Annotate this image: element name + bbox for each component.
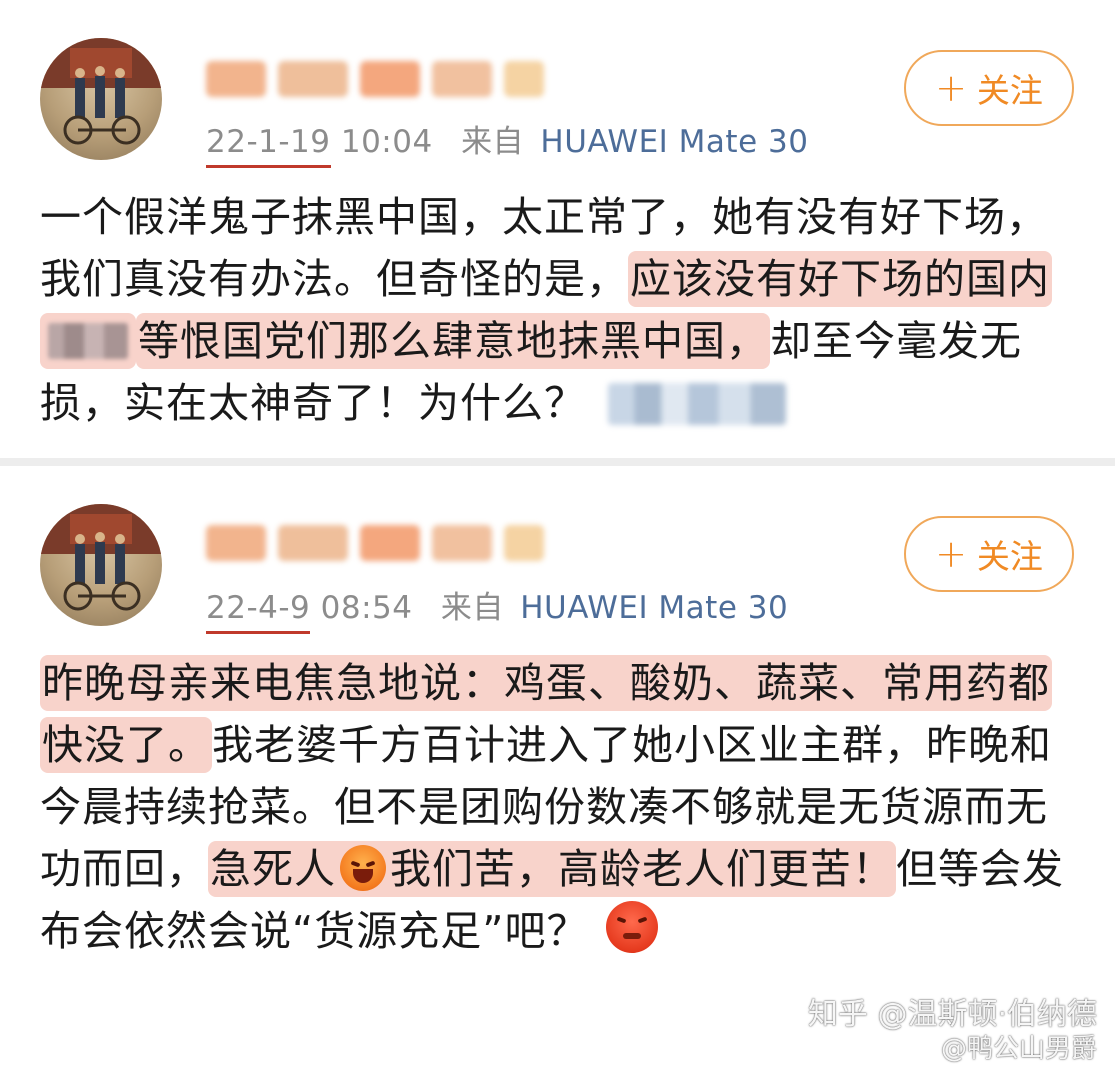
post-date: 22-4-9 (206, 590, 311, 626)
follow-button[interactable]: + 关注 (904, 50, 1074, 126)
follow-label: 关注 (976, 537, 1043, 576)
highlighted-text-part: 急死人 (210, 845, 336, 893)
crying-face-icon (340, 845, 386, 891)
avatar-photo-icon (40, 504, 162, 611)
post-content: 一个假洋鬼子抹黑中国，太正常了，她有没有好下场，我们真没有办法。但奇怪的是，应该… (40, 186, 1080, 434)
censored-mosaic (608, 383, 786, 425)
avatar[interactable] (40, 504, 162, 626)
follow-button[interactable]: + 关注 (904, 516, 1074, 592)
plus-icon: + (935, 66, 967, 110)
device-name[interactable]: HUAWEI Mate 30 (520, 590, 788, 626)
device-name[interactable]: HUAWEI Mate 30 (540, 124, 808, 160)
post-divider (0, 458, 1115, 466)
censored-mosaic (40, 313, 136, 369)
post-date: 22-1-19 (206, 124, 331, 160)
post-time: 10:04 (340, 124, 433, 160)
username-blurred[interactable] (206, 518, 556, 568)
watermark-weibo: @鸭公山男爵 (940, 1034, 1097, 1064)
avatar[interactable] (40, 38, 162, 160)
watermark: 知乎 @温斯顿·伯纳德 @鸭公山男爵 (808, 998, 1097, 1066)
weibo-post-1: 22-1-19 10:04 来自 HUAWEI Mate 30 + 关注 一个假… (0, 0, 1115, 458)
post-time: 08:54 (320, 590, 413, 626)
highlighted-text: 等恨国党们那么肆意地抹黑中国， (136, 313, 770, 369)
source-prefix: 来自 (440, 590, 504, 626)
highlighted-text: 应该没有好下场的国内 (628, 251, 1052, 307)
highlighted-text: 急死人 我们苦，高龄老人们更苦！ (208, 841, 896, 897)
plus-icon: + (935, 532, 967, 576)
avatar-photo-icon (40, 38, 162, 145)
angry-face-icon (606, 901, 659, 953)
username-blurred[interactable] (206, 54, 556, 104)
highlighted-text-part: 我们苦，高龄老人们更苦！ (390, 845, 894, 893)
post-meta: 22-4-9 08:54 来自 HUAWEI Mate 30 (206, 582, 788, 627)
post-meta: 22-1-19 10:04 来自 HUAWEI Mate 30 (206, 116, 808, 161)
follow-label: 关注 (976, 71, 1043, 110)
post-content: 昨晚母亲来电焦急地说：鸡蛋、酸奶、蔬菜、常用药都快没了。我老婆千方百计进入了她小… (40, 652, 1080, 962)
watermark-zhihu: 知乎 @温斯顿·伯纳德 (807, 997, 1097, 1032)
source-prefix: 来自 (461, 124, 525, 160)
weibo-post-2: 22-4-9 08:54 来自 HUAWEI Mate 30 + 关注 昨晚母亲… (0, 466, 1115, 1080)
